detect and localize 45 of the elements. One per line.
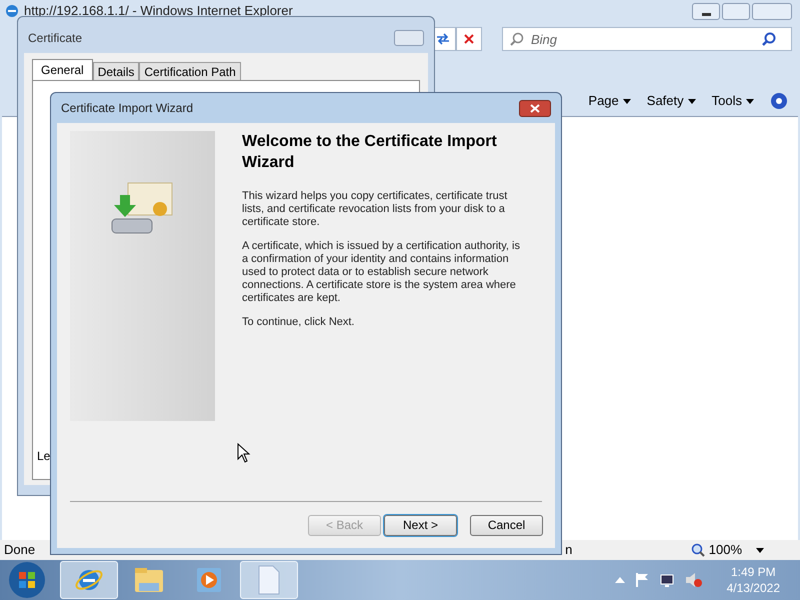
zoom-level[interactable]: 100% <box>690 540 764 560</box>
media-player-icon <box>195 566 223 594</box>
command-menu[interactable]: Safety <box>646 91 696 111</box>
muted-speaker-icon[interactable] <box>684 572 703 588</box>
stop-icon <box>464 34 474 44</box>
caret-icon <box>746 98 754 104</box>
tab[interactable]: Certification Path <box>139 62 241 80</box>
network-icon[interactable] <box>658 572 675 588</box>
command-menu[interactable]: Page <box>588 91 631 111</box>
start-button[interactable] <box>8 561 46 599</box>
refresh-icon <box>436 33 450 45</box>
show-hidden-icons-icon[interactable] <box>614 577 625 583</box>
wizard-paragraph: A certificate, which is issued by a certification authority, is a confirmation of your identity and contains information used to protect data or to establish secure network connections. A certificate store is the system area where certificates are kept. <box>242 240 521 305</box>
taskbar-button[interactable] <box>240 561 298 599</box>
minimize-icon <box>702 12 710 16</box>
dialog-title: Certificate Import Wizard <box>61 100 194 117</box>
folder-icon <box>133 565 165 595</box>
command-menu[interactable]: Tools <box>712 91 754 111</box>
close-icon <box>530 104 540 112</box>
window-title: http://192.168.1.1/ - Windows Internet Explorer <box>24 2 293 20</box>
caret-icon <box>622 98 631 104</box>
flag-icon[interactable] <box>634 572 649 588</box>
status-text: Done <box>4 541 36 560</box>
search-field[interactable]: Bing <box>502 27 792 51</box>
taskbar-button[interactable] <box>60 561 118 599</box>
search-icon <box>510 32 524 46</box>
wizard-paragraph: To continue, click Next. <box>242 316 356 329</box>
close-button[interactable] <box>519 100 551 116</box>
wizard-button[interactable]: Next > <box>384 514 457 536</box>
zoom-icon <box>690 543 705 557</box>
caret-icon <box>688 98 696 104</box>
wizard-paragraph: This wizard helps you copy certificates, certificate trust lists, and certificate revocation lists from your disk to a certificate store. <box>242 190 508 229</box>
pointer-icon <box>237 443 251 463</box>
wizard-button[interactable]: Cancel <box>470 514 543 536</box>
stop-button[interactable] <box>456 27 482 51</box>
dialog-title: Certificate <box>28 30 82 47</box>
partial-text: Le <box>37 448 50 465</box>
tab[interactable]: General <box>32 59 93 80</box>
document-icon <box>257 565 281 595</box>
caret-icon <box>756 548 764 552</box>
wizard-heading: Welcome to the Certificate Import Wizard <box>242 132 498 173</box>
search-icon[interactable] <box>762 32 776 46</box>
status-text: n <box>565 541 572 560</box>
minimize-button[interactable] <box>692 2 720 20</box>
tab[interactable]: Details <box>92 62 140 80</box>
